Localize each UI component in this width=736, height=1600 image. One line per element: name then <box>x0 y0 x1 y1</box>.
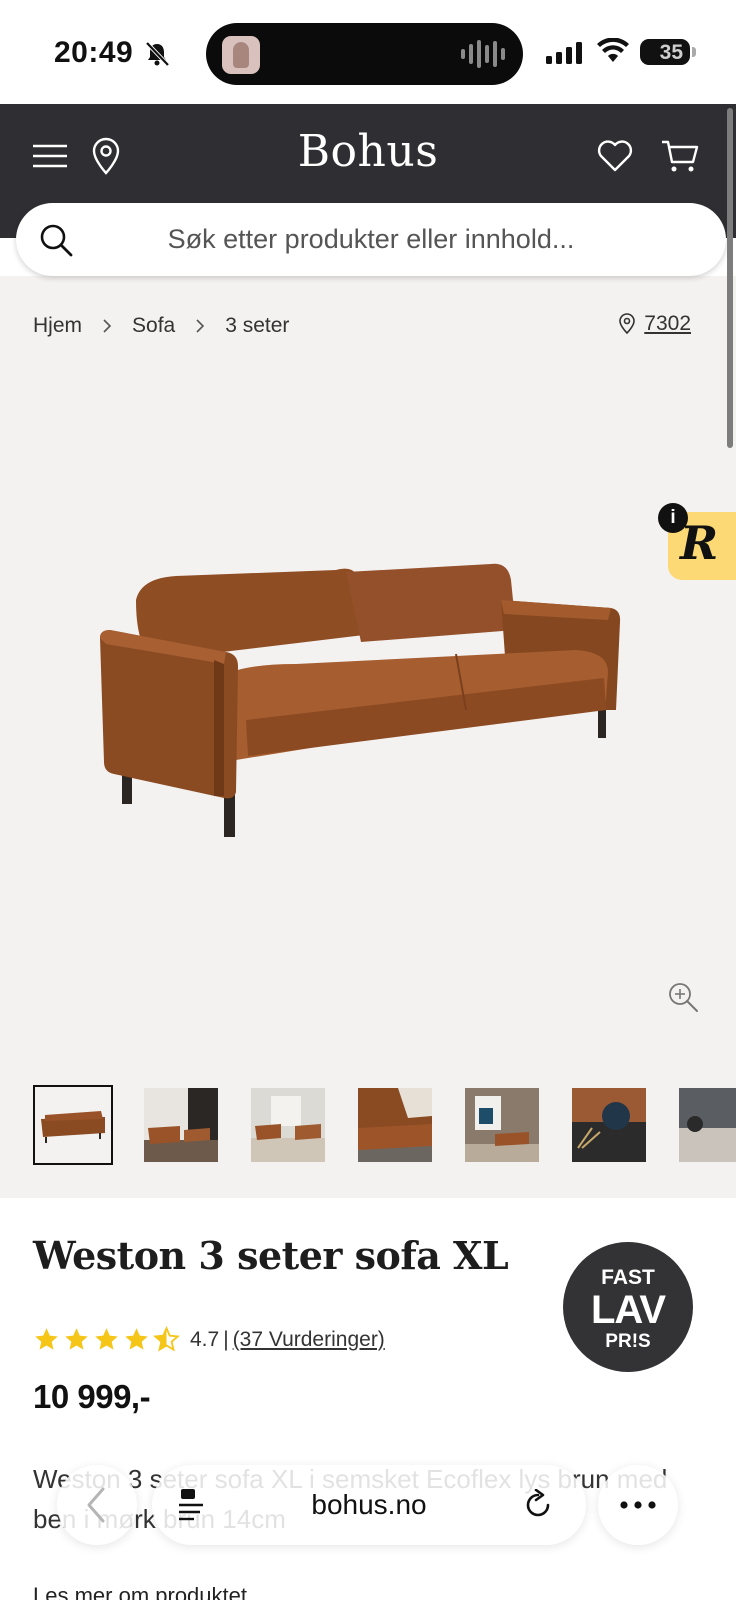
location-pin-icon <box>619 313 636 335</box>
star-full-icon <box>95 1328 118 1350</box>
audio-wave-icon <box>461 39 505 69</box>
chevron-right-icon <box>103 319 112 333</box>
product-title: Weston 3 seter sofa XL <box>33 1233 509 1278</box>
badge-line-3: PR!S <box>605 1331 651 1352</box>
read-more-link[interactable]: Les mer om produktet <box>33 1583 247 1600</box>
wifi-icon <box>597 38 629 62</box>
store-selector[interactable]: 7302 <box>618 312 691 336</box>
star-full-icon <box>35 1328 58 1350</box>
breadcrumb-3-seter[interactable]: 3 seter <box>225 314 289 338</box>
battery-icon: 35 <box>640 39 690 65</box>
battery-level: 35 <box>659 41 683 64</box>
thumbnail-6[interactable] <box>572 1088 646 1162</box>
breadcrumb-sofa[interactable]: Sofa <box>132 314 175 338</box>
rating-stars <box>33 1326 180 1353</box>
now-playing-artwork <box>222 36 260 74</box>
thumbnail-1[interactable] <box>33 1085 113 1165</box>
status-time: 20:49 <box>54 36 134 69</box>
rating-separator: | <box>223 1327 229 1351</box>
thumbnail-4[interactable] <box>358 1088 432 1162</box>
star-half-icon <box>153 1326 180 1352</box>
status-bar: 20:49 35 <box>0 0 736 104</box>
heart-icon[interactable] <box>595 136 635 176</box>
breadcrumb: Hjem Sofa 3 seter <box>33 314 289 338</box>
battery-cap <box>692 47 696 57</box>
chevron-right-icon <box>196 319 205 333</box>
search-input[interactable]: Søk etter produkter eller innhold... <box>16 203 726 276</box>
cart-icon[interactable] <box>660 136 700 176</box>
browser-back-button[interactable] <box>57 1465 137 1545</box>
star-full-icon <box>65 1328 88 1350</box>
product-rating: 4.7 | (37 Vurderinger) <box>33 1326 385 1353</box>
browser-domain: bohus.no <box>311 1489 427 1520</box>
breadcrumb-home[interactable]: Hjem <box>33 314 82 338</box>
rating-count-link[interactable]: (37 Vurderinger) <box>233 1328 385 1352</box>
rating-value: 4.7 <box>190 1327 220 1351</box>
reload-icon[interactable] <box>522 1489 554 1521</box>
thumbnail-strip[interactable] <box>33 1085 736 1167</box>
product-main-image[interactable] <box>96 560 644 860</box>
badge-line-2: LAV <box>590 1288 666 1332</box>
silent-bell-icon <box>145 41 170 67</box>
product-price: 10 999,- <box>33 1378 151 1415</box>
fast-lav-pris-badge: FAST LAV PR!S <box>563 1242 693 1372</box>
badge-line-1: FAST <box>601 1266 655 1289</box>
info-icon[interactable]: i <box>658 503 688 533</box>
star-full-icon <box>125 1328 148 1350</box>
dynamic-island[interactable] <box>206 23 523 85</box>
browser-address-bar[interactable]: bohus.no <box>152 1465 586 1545</box>
cellular-signal-icon <box>546 40 582 64</box>
thumbnail-7[interactable] <box>679 1088 736 1162</box>
search-placeholder: Søk etter produkter eller innhold... <box>167 224 575 254</box>
page-scrollbar[interactable] <box>727 108 733 448</box>
ellipsis-icon <box>620 1501 656 1509</box>
store-number: 7302 <box>644 312 691 335</box>
thumbnail-2[interactable] <box>144 1088 218 1162</box>
chevron-left-icon <box>87 1487 105 1523</box>
thumbnail-3[interactable] <box>251 1088 325 1162</box>
zoom-in-icon[interactable] <box>666 980 700 1014</box>
browser-more-button[interactable] <box>598 1465 678 1545</box>
thumbnail-5[interactable] <box>465 1088 539 1162</box>
